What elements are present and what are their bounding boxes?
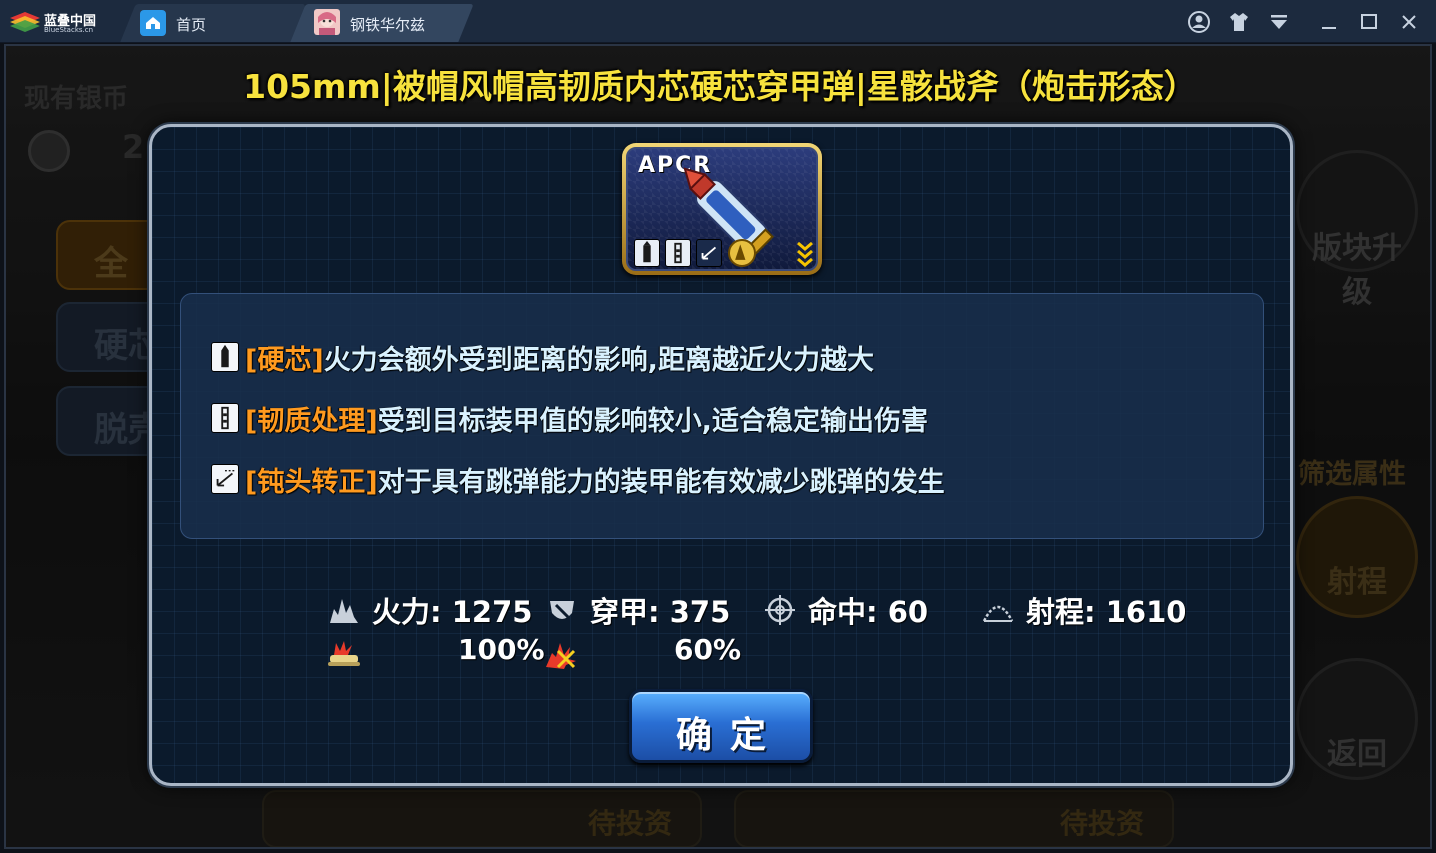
modifier-value: 100% — [458, 633, 545, 666]
emulator-titlebar: 蓝叠中国 BlueStacks.cn 首页 钢铁华尔兹 — [0, 0, 1436, 43]
game-icon — [314, 9, 340, 35]
trait-name: [韧质处理] — [245, 406, 378, 437]
maximize-icon[interactable] — [1356, 9, 1382, 35]
trait-description: 受到目标装甲值的影响较小,适合稳定输出伤害 — [377, 406, 928, 437]
trait-description: 对于具有跳弹能力的装甲能有效减少跳弹的发生 — [377, 467, 945, 498]
blunt-head-mini-icon — [696, 239, 722, 267]
shell-title: 105mm|被帽风帽高韧质内芯硬芯穿甲弹|星骸战斧（炮击形态） — [243, 67, 1197, 106]
account-icon[interactable] — [1186, 9, 1212, 35]
rarity-badge-icon — [728, 239, 756, 267]
bluestacks-stack-icon — [10, 12, 40, 32]
firepower-icon — [330, 599, 358, 623]
stat-value: 375 — [669, 595, 731, 629]
stat-value: 1610 — [1105, 595, 1187, 629]
range-icon — [982, 605, 1014, 622]
stat-label: 火力 — [372, 595, 431, 629]
shell-detail-dialog: APCR [硬芯]火力会额外受到距离的影响,距离越近火力越大 [韧质处理]受到目… — [149, 124, 1293, 786]
accuracy-icon — [765, 595, 795, 625]
tank-hit-icon — [328, 641, 360, 666]
minimize-icon[interactable] — [1316, 9, 1342, 35]
bluestacks-logo: 蓝叠中国 BlueStacks.cn — [8, 9, 113, 35]
modifier-value: 60% — [674, 633, 742, 666]
toughness-icon — [211, 403, 239, 433]
game-viewport: 现有银币 2 全 硬芯 脱壳 版块升级 筛选属性 射程 返回 待投资 待投资 1… — [4, 44, 1432, 849]
home-icon — [140, 10, 166, 36]
stat-label: 穿甲 — [590, 595, 649, 629]
confirm-button[interactable]: 确定 — [629, 689, 813, 763]
shirt-icon[interactable] — [1226, 9, 1252, 35]
tab-game[interactable]: 钢铁华尔兹 — [290, 4, 474, 42]
trait-name: [硬芯] — [245, 345, 324, 376]
rank-chevron-icon — [796, 241, 814, 269]
toughness-mini-icon — [665, 239, 691, 267]
blunt-head-icon — [211, 464, 239, 494]
confirm-label: 确定 — [675, 715, 784, 756]
trait-name: [钝头转正] — [245, 467, 378, 498]
close-icon[interactable] — [1396, 9, 1422, 35]
explosion-icon — [546, 643, 576, 669]
tab-game-label: 钢铁华尔兹 — [350, 16, 426, 34]
dropdown-icon[interactable] — [1266, 9, 1292, 35]
trait-description-panel: [硬芯]火力会额外受到距离的影响,距离越近火力越大 [韧质处理]受到目标装甲值的… — [180, 293, 1264, 539]
stat-label: 命中 — [808, 595, 867, 629]
stat-value: 1275 — [451, 595, 533, 629]
hard-core-icon — [211, 342, 239, 372]
stat-value: 60 — [887, 595, 929, 629]
trait-description: 火力会额外受到距离的影响,距离越近火力越大 — [323, 345, 874, 376]
tab-home[interactable]: 首页 — [120, 4, 306, 42]
tab-home-label: 首页 — [176, 16, 207, 34]
brand-domain: BlueStacks.cn — [44, 26, 94, 34]
shell-card: APCR — [622, 143, 822, 275]
hard-core-mini-icon — [634, 239, 660, 267]
penetration-icon — [550, 601, 574, 619]
stat-label: 射程 — [1026, 595, 1085, 629]
